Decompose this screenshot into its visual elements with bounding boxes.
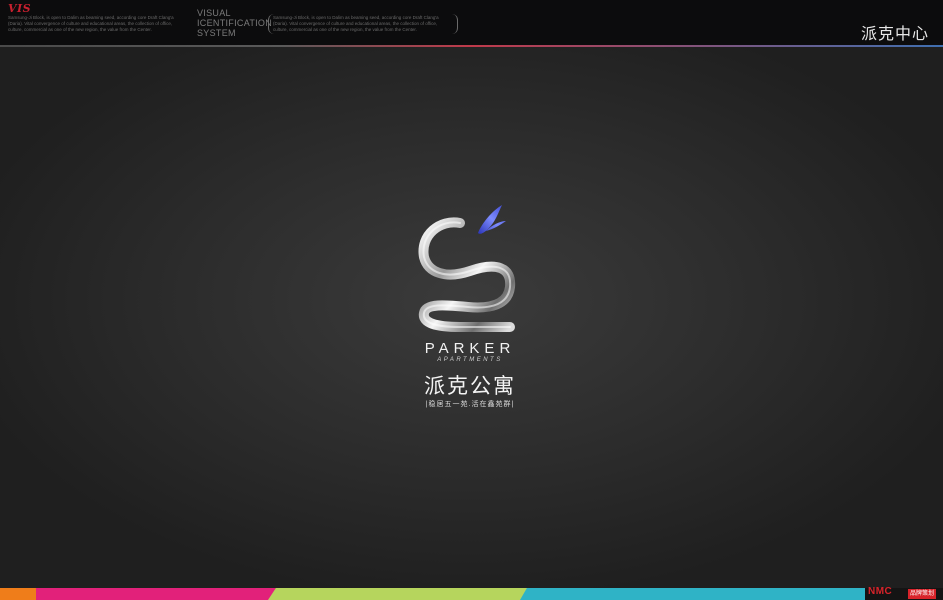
logo-swirl-shape <box>418 217 516 332</box>
top-header-bar: VIS Samsung-Ji Block, is open to Dalim a… <box>0 0 943 45</box>
footer-stripe <box>0 588 943 600</box>
vis-title-line: SYSTEM <box>197 28 236 38</box>
stripe-cyan <box>520 588 865 600</box>
section-title: 派克中心 <box>860 26 929 43</box>
agency-logo: NMC <box>868 586 893 597</box>
bracket-paragraph: Samsung-Ji Block, is open to Dalim as be… <box>268 14 458 34</box>
vis-badge: VIS <box>8 2 32 15</box>
vis-title-line: ICENTIFICATION <box>197 18 273 28</box>
brand-subtitle: APARTMENTS <box>437 357 503 363</box>
header-divider <box>0 45 943 47</box>
intro-paragraph: Samsung-Ji Block, is open to Dalim as be… <box>8 15 174 32</box>
parker-logo-mark <box>418 205 516 332</box>
stripe-pink <box>36 588 276 600</box>
brand-logo: PARKER APARTMENTS 派克公寓 |稳居五一苑.活在鑫苑群| <box>380 195 560 415</box>
stripe-orange <box>0 588 36 600</box>
stripe-green <box>268 588 530 600</box>
vis-title: VISUAL ICENTIFICATION SYSTEM <box>197 8 272 38</box>
flame-icon <box>478 205 506 234</box>
brand-name: PARKER <box>424 340 516 357</box>
brand-tagline: |稳居五一苑.活在鑫苑群| <box>425 401 515 408</box>
vis-title-line: VISUAL <box>197 8 231 18</box>
agency-tag: 品牌策划 <box>908 589 937 599</box>
brand-chinese-name: 派克公寓 <box>424 375 516 398</box>
